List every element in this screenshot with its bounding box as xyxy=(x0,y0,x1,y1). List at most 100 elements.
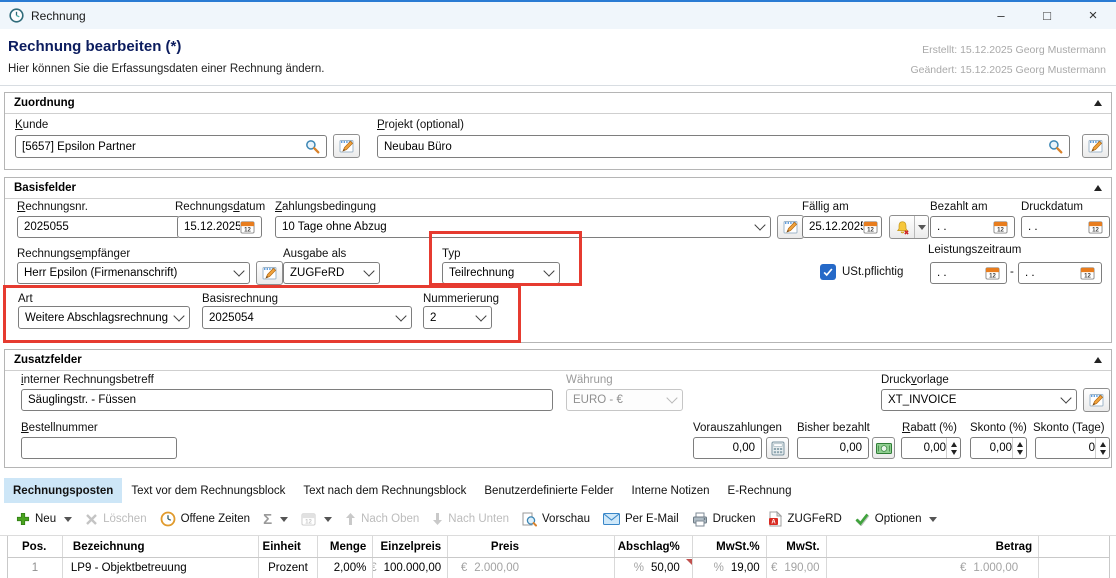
zahlungsbedingung-edit-button[interactable] xyxy=(777,215,804,239)
rechnungsempfaenger-select[interactable]: Herr Epsilon (Firmenanschrift) xyxy=(17,262,250,284)
leistungszeitraum-bis-input[interactable]: . . 12 xyxy=(1018,262,1102,284)
projekt-input[interactable]: Neubau Büro xyxy=(377,135,1070,158)
druckdatum-label: Druckdatum xyxy=(1021,201,1083,213)
basisrechnung-label: Basisrechnung xyxy=(202,293,278,305)
cell-einheit[interactable]: Prozent xyxy=(259,558,319,578)
tab-interne-notizen[interactable]: Interne Notizen xyxy=(623,478,719,503)
new-button[interactable]: Neu xyxy=(16,512,72,526)
betreff-input[interactable]: Säuglingstr. - Füssen xyxy=(21,389,553,411)
preview-button[interactable]: Vorschau xyxy=(522,512,590,527)
cell-betrag[interactable]: € 1.000,00 xyxy=(827,558,1040,578)
cell-menge[interactable]: 2,00% xyxy=(318,558,373,578)
rechnungsnr-input[interactable]: 2025055 xyxy=(17,216,180,238)
col-header-einheit[interactable]: Einheit xyxy=(259,536,319,557)
cell-mwst[interactable]: € 190,00 xyxy=(767,558,827,578)
open-times-button[interactable]: Offene Zeiten xyxy=(160,511,250,527)
kunde-edit-button[interactable] xyxy=(333,134,360,158)
calendar-icon[interactable]: 12 xyxy=(993,220,1008,234)
col-header-menge[interactable]: Menge xyxy=(318,536,373,557)
vorauszahlungen-input[interactable]: 0,00 xyxy=(693,437,762,459)
date-tool-button[interactable]: 12 xyxy=(301,512,332,526)
rechnungsdatum-input[interactable]: 15.12.2025 12 xyxy=(177,216,262,238)
col-header-preis[interactable]: Preis xyxy=(448,536,525,557)
cell-einzelpreis[interactable]: € 100.000,00 xyxy=(373,558,448,578)
calendar-icon[interactable]: 12 xyxy=(863,220,878,234)
calendar-icon[interactable]: 12 xyxy=(985,266,1000,280)
tab-text-vor-rechnungsblock[interactable]: Text vor dem Rechnungsblock xyxy=(122,478,294,503)
col-header-mwst[interactable]: MwSt. xyxy=(767,536,827,557)
cell-abschlag[interactable]: % 50,00 xyxy=(615,558,693,578)
close-button[interactable]: × xyxy=(1070,2,1116,29)
vorauszahlungen-calculator-button[interactable] xyxy=(766,437,789,459)
bezahlt-am-input[interactable]: . . 12 xyxy=(930,216,1015,238)
cell-mwst-prozent[interactable]: % 19,00 xyxy=(693,558,767,578)
collapse-icon[interactable] xyxy=(1094,185,1102,191)
cell-bezeichnung[interactable]: LP9 - Objektbetreuung xyxy=(63,558,259,578)
basisrechnung-select[interactable]: 2025054 xyxy=(202,306,412,329)
rabatt-stepper[interactable]: 0,00 xyxy=(901,437,961,459)
col-header-pos[interactable]: Pos. xyxy=(8,536,63,557)
col-header-betrag[interactable]: Betrag xyxy=(827,536,1040,557)
print-button[interactable]: Drucken xyxy=(692,512,756,527)
reminder-dropdown[interactable] xyxy=(914,216,928,238)
cell-tail xyxy=(1039,558,1109,578)
faellig-am-input[interactable]: 25.12.2025 12 xyxy=(802,216,882,238)
tab-text-nach-rechnungsblock[interactable]: Text nach dem Rechnungsblock xyxy=(294,478,475,503)
col-header-bezeichnung[interactable]: Bezeichnung xyxy=(63,536,259,557)
minimize-button[interactable]: – xyxy=(978,2,1024,29)
leistungszeitraum-von-input[interactable]: . . 12 xyxy=(930,262,1007,284)
table-row[interactable]: 1 LP9 - Objektbetreuung Prozent 2,00% € … xyxy=(8,558,1109,578)
maximize-button[interactable]: □ xyxy=(1024,2,1070,29)
collapse-icon[interactable] xyxy=(1094,357,1102,363)
bisher-bezahlt-payments-button[interactable] xyxy=(872,437,895,459)
edit-pencil-icon xyxy=(339,138,355,154)
tab-rechnungsposten[interactable]: Rechnungsposten xyxy=(4,478,122,503)
move-down-button[interactable]: Nach Unten xyxy=(432,512,509,526)
delete-button[interactable]: Löschen xyxy=(85,513,146,526)
faellig-am-label: Fällig am xyxy=(802,201,849,213)
stepper-arrows[interactable] xyxy=(946,438,960,458)
calendar-icon[interactable]: 12 xyxy=(1080,266,1095,280)
bisher-bezahlt-input[interactable]: 0,00 xyxy=(797,437,869,459)
cell-preis[interactable]: € 2.000,00 xyxy=(448,558,525,578)
druckdatum-input[interactable]: . . 12 xyxy=(1021,216,1110,238)
collapse-icon[interactable] xyxy=(1094,100,1102,106)
col-header-einzelpreis[interactable]: Einzelpreis xyxy=(373,536,448,557)
tab-e-rechnung[interactable]: E-Rechnung xyxy=(719,478,801,503)
kunde-input[interactable]: [5657] Epsilon Partner xyxy=(15,135,327,158)
email-button[interactable]: Per E-Mail xyxy=(603,513,679,525)
ust-pflichtig-checkbox[interactable] xyxy=(820,264,836,280)
skonto-tage-stepper[interactable]: 0 xyxy=(1035,437,1110,459)
zahlungsbedingung-select[interactable]: 10 Tage ohne Abzug xyxy=(275,216,771,238)
art-select[interactable]: Weitere Abschlagsrechnung xyxy=(18,306,190,329)
druckvorlage-select[interactable]: XT_INVOICE xyxy=(881,389,1077,411)
calendar-icon[interactable]: 12 xyxy=(1088,220,1103,234)
tab-benutzerdefinierte-felder[interactable]: Benutzerdefinierte Felder xyxy=(475,478,622,503)
stepper-arrows[interactable] xyxy=(1012,438,1026,458)
zugferd-button[interactable]: A ZUGFeRD xyxy=(768,511,841,527)
sum-button[interactable]: Σ xyxy=(263,511,288,528)
search-icon[interactable] xyxy=(1048,139,1063,154)
reminder-split-button[interactable] xyxy=(889,215,929,239)
svg-text:12: 12 xyxy=(305,520,312,526)
col-header-abschlag[interactable]: Abschlag% xyxy=(615,536,693,557)
move-up-button[interactable]: Nach Oben xyxy=(345,512,419,526)
chevron-down-icon xyxy=(64,517,72,522)
typ-select[interactable]: Teilrechnung xyxy=(442,262,560,284)
bisher-bezahlt-label: Bisher bezahlt xyxy=(797,422,870,434)
options-button[interactable]: Optionen xyxy=(855,513,938,526)
projekt-edit-button[interactable] xyxy=(1082,134,1109,158)
bestellnummer-input[interactable] xyxy=(21,437,177,459)
druckvorlage-edit-button[interactable] xyxy=(1083,388,1110,412)
calendar-icon[interactable]: 12 xyxy=(240,220,255,234)
cell-pos[interactable]: 1 xyxy=(8,558,63,578)
col-header-mwst-prozent[interactable]: MwSt.% xyxy=(693,536,767,557)
skonto-prozent-stepper[interactable]: 0,00 xyxy=(970,437,1027,459)
stepper-arrows[interactable] xyxy=(1095,438,1109,458)
ausgabe-als-select[interactable]: ZUGFeRD xyxy=(283,262,380,284)
invoice-edit-window: Rechnung – □ × Rechnung bearbeiten (*) H… xyxy=(0,0,1116,578)
search-icon[interactable] xyxy=(305,139,320,154)
rechnungsempfaenger-edit-button[interactable] xyxy=(256,261,283,285)
projekt-label: Projekt (optional) xyxy=(377,119,464,131)
nummerierung-select[interactable]: 2 xyxy=(423,306,492,329)
